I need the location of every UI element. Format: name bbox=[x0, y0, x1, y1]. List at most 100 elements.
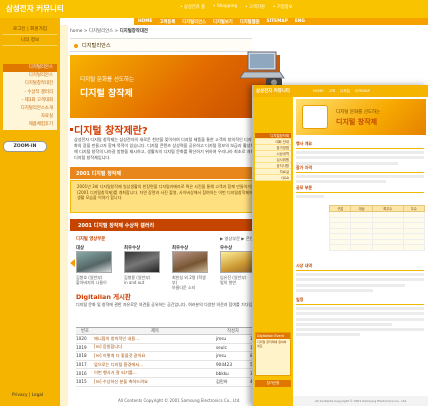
overlay-nav-item[interactable]: SITEMAP bbox=[355, 89, 370, 94]
award-winner: 김봉호 (일반부) 할아버지의 나들이 bbox=[76, 275, 107, 285]
thumbnail-image[interactable] bbox=[124, 251, 160, 273]
nav-digital-web[interactable]: 디지털웹원 bbox=[240, 19, 260, 25]
post-number: 1016 bbox=[76, 368, 94, 378]
board-title: Digitalian 게시판 bbox=[76, 293, 131, 301]
overlay-banner: 디지털 문화를 선도하는 디지털 창작제 bbox=[296, 99, 426, 135]
nav-digital-view[interactable]: 디지털보기 bbox=[213, 19, 233, 25]
award-winner: 최한성 외 2명 (학생부) 아름다운 소리 bbox=[172, 275, 206, 290]
contest-info-text: 2001년 3회 디지털창작제 일상생활의 한장면을 디지털카메라로 찍은 사진… bbox=[77, 184, 261, 201]
apply-button[interactable]: 참가신청 bbox=[255, 380, 291, 387]
sidebar-account: 로그인 | 회원가입 나의 정보 bbox=[3, 24, 57, 46]
post-author: 김민하 bbox=[216, 377, 250, 387]
post-number: 1017 bbox=[76, 360, 94, 370]
nav-digitalians[interactable]: 디지털리안스 bbox=[182, 19, 206, 25]
post-author: 904423 bbox=[216, 360, 250, 370]
privacy-legal-links[interactable]: Privacy | Legal bbox=[12, 393, 43, 398]
overlay-section: 행사 개요 bbox=[296, 141, 424, 165]
post-title[interactable]: 이번 행사가 잘 되기를... bbox=[94, 368, 216, 378]
post-author: bbkku bbox=[216, 368, 250, 378]
table-row[interactable]: 1020 애니팝의 창의적인 내용... jmsu 11 bbox=[76, 334, 266, 344]
post-number: 1015 bbox=[76, 377, 94, 387]
intro-text: 삼성전자 디지털 창작제는 삼성전자의 새로운 천년을 맞이하여 디지털 제품을… bbox=[74, 137, 263, 160]
table-row[interactable]: 1016 이번 행사가 잘 되기를... bbkku 35 bbox=[76, 368, 266, 378]
board-description: 디지털 문화 및 창작에 관한 자유로운 의견을 공유하는 공간입니다. 여러분… bbox=[76, 302, 261, 307]
section-title-2001: 2001 디지털 창작제 bbox=[76, 171, 121, 177]
overlay-nav-item[interactable]: 고객 bbox=[329, 89, 335, 94]
sidebar-item-intro[interactable]: 디지털리안스소개 bbox=[3, 105, 57, 113]
overlay-banner-subtitle: 디지털 문화를 선도하는 bbox=[336, 110, 381, 115]
top-link-support[interactable]: • 고객지원 bbox=[245, 4, 265, 10]
nav-english[interactable]: ENG bbox=[295, 19, 305, 24]
post-title[interactable]: 앞으로는 디지털 환경에서... bbox=[94, 360, 216, 370]
contest-info-box: 2001년 3회 디지털창작제 일상생활의 한장면을 디지털카메라로 찍은 사진… bbox=[70, 180, 266, 213]
post-number: 1018 bbox=[76, 351, 94, 361]
site-logo[interactable]: 삼성전자 커뮤니티 bbox=[6, 3, 64, 14]
nav-register[interactable]: 고객등록 bbox=[159, 19, 175, 25]
overlay-prize-table: 구분 대상 최우수 우수 bbox=[328, 205, 426, 251]
top-links: • 삼성전자 홈 • Shopping • 고객지원 • 기업정보 bbox=[180, 4, 293, 10]
post-number: 1019 bbox=[76, 343, 94, 353]
overlay-section: 공모 부문 bbox=[296, 185, 424, 199]
post-author: jmsu bbox=[216, 334, 250, 344]
main-nav: HOME 고객등록 디지털리안스 디지털보기 디지털웹원 SITEMAP ENG bbox=[134, 18, 428, 25]
overlay-footer: All Contents Copyright © 2001 Samsung El… bbox=[293, 396, 428, 406]
overlay-nav: HOME 고객 디지털 SITEMAP bbox=[313, 89, 370, 94]
top-link-home[interactable]: • 삼성전자 홈 bbox=[180, 4, 205, 10]
page-title: 디지털리안스 bbox=[82, 43, 111, 49]
top-link-shopping[interactable]: • Shopping bbox=[213, 4, 237, 10]
overlay-section-heading: 행사 개요 bbox=[296, 141, 424, 149]
sidebar-item-contest[interactable]: 디지털창작대전 bbox=[3, 80, 57, 88]
content-left-strip bbox=[60, 25, 68, 406]
section-header-gallery: 2001 디지털 창작제 수상작 갤러리 bbox=[70, 219, 270, 231]
pen-tablet-icon bbox=[302, 105, 328, 129]
post-title[interactable]: 애니팝의 창의적인 내용... bbox=[94, 334, 216, 344]
nav-home[interactable]: HOME bbox=[138, 19, 152, 24]
overlay-logo[interactable]: 삼성전자 커뮤니티 bbox=[256, 88, 290, 94]
zoom-in-button[interactable]: ZOOM-IN bbox=[3, 141, 47, 152]
thumbnail-image[interactable] bbox=[76, 251, 112, 273]
post-title[interactable]: [re] 이렇게 더 좋을것 같아요 bbox=[94, 351, 216, 361]
banner-subtitle: 디지털 문화를 선도하는 bbox=[80, 77, 135, 83]
gallery-item[interactable]: 대상 김봉호 (일반부) 할아버지의 나들이 bbox=[76, 245, 114, 285]
award-winner: 김병용 (일반부) in and out bbox=[124, 275, 151, 285]
overlay-sidebar-item[interactable]: Q&A bbox=[255, 175, 291, 181]
overlay-section: 시상 내역 bbox=[296, 263, 424, 292]
login-link[interactable]: 로그인 | 회원가입 bbox=[3, 24, 57, 35]
prev-arrow-icon[interactable] bbox=[70, 259, 75, 267]
overlay-section-heading: 시상 내역 bbox=[296, 263, 424, 271]
overlay-nav-item[interactable]: HOME bbox=[313, 89, 324, 94]
post-title[interactable]: [re] 수상하신 분들 축하드려요 bbox=[94, 377, 216, 387]
table-row[interactable]: 1017 앞으로는 디지털 환경에서... 904423 53 bbox=[76, 360, 266, 370]
banner-title: 디지털 창작제 bbox=[80, 89, 133, 99]
my-info-link[interactable]: 나의 정보 bbox=[3, 35, 57, 46]
top-bar: 삼성전자 커뮤니티 • 삼성전자 홈 • Shopping • 고객지원 • 기… bbox=[0, 0, 428, 18]
sidebar-item-digitalians[interactable]: 디지털리안스 bbox=[3, 72, 57, 80]
table-row[interactable]: 1018 [re] 이렇게 더 좋을것 같아요 jmsu 8 bbox=[76, 351, 266, 361]
sidebar-item-digitalians-header[interactable]: 디지털리안스 bbox=[3, 64, 57, 73]
sidebar-item-event[interactable]: - 제3회 고객대회 bbox=[3, 97, 57, 105]
breadcrumb-path[interactable]: home > 디지털리안스 > bbox=[70, 29, 120, 34]
post-number: 1020 bbox=[76, 334, 94, 344]
gallery-item[interactable]: 최우수상 김병용 (일반부) in and out bbox=[124, 245, 162, 285]
overlay-nav-item[interactable]: 디지털 bbox=[340, 89, 350, 94]
post-title[interactable]: [re] 응원합니다 bbox=[94, 343, 216, 353]
thumbnail-image[interactable] bbox=[172, 251, 208, 273]
overlay-section-heading: 공모 부문 bbox=[296, 185, 424, 193]
page-title-row: 디지털리안스 bbox=[70, 38, 252, 52]
thumbnail-image[interactable] bbox=[220, 251, 256, 273]
top-link-company[interactable]: • 기업정보 bbox=[273, 4, 293, 10]
nav-sitemap[interactable]: SITEMAP bbox=[267, 19, 288, 24]
table-row[interactable]: 1019 [re] 응원합니다 seulc 19 bbox=[76, 343, 266, 353]
sidebar-item-archive[interactable]: 자료실 bbox=[3, 113, 57, 121]
post-author: seulc bbox=[216, 343, 250, 353]
overlay-promo-box: Digitalian Event 디지털 창작제에 참여하세요 bbox=[255, 332, 291, 376]
col-number: 번호 bbox=[76, 327, 94, 335]
gallery-item[interactable]: 최우수상 최한성 외 2명 (학생부) 아름다운 소리 bbox=[172, 245, 210, 290]
breadcrumb: home > 디지털리안스 > 디지털창작대전 bbox=[70, 28, 148, 34]
overlay-top-bar: 삼성전자 커뮤니티 HOME 고객 디지털 SITEMAP bbox=[253, 85, 428, 97]
gallery-category: 디지털 영상부문 bbox=[76, 237, 106, 242]
board-table: 번호 제목 작성자 조회 1020 애니팝의 창의적인 내용... jmsu 1… bbox=[76, 327, 266, 387]
table-row[interactable]: 1015 [re] 수상하신 분들 축하드려요 김민하 46 bbox=[76, 377, 266, 387]
sidebar-item-reviews[interactable]: 제품체험후기 bbox=[3, 121, 57, 129]
sidebar-item-gallery[interactable]: - 수상작 갤러리 bbox=[3, 89, 57, 97]
